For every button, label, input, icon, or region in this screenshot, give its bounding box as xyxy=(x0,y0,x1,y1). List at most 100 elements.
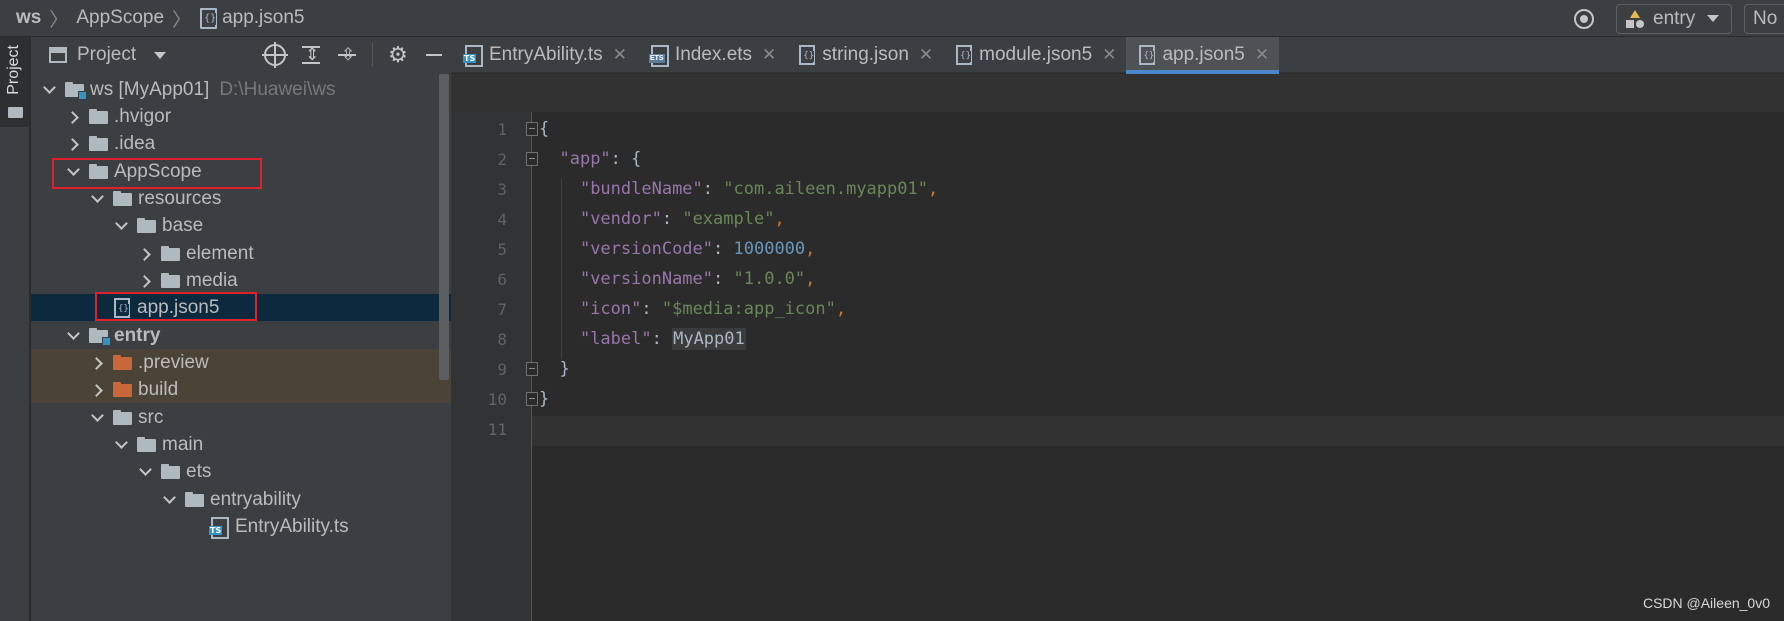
run-config-select[interactable]: entry xyxy=(1616,3,1732,34)
chevron-right-icon[interactable] xyxy=(137,246,153,262)
chevron-down-icon xyxy=(1707,15,1720,22)
hide-icon[interactable] xyxy=(423,44,445,66)
folder-icon xyxy=(161,246,180,261)
tab-string-json[interactable]: {} string.json ✕ xyxy=(786,37,943,73)
excluded-folder-icon xyxy=(113,382,132,397)
code-line-10: } xyxy=(539,389,550,409)
chevron-right-icon[interactable] xyxy=(89,355,105,371)
tree-item-element[interactable]: element xyxy=(31,240,451,267)
tree-item-label: build xyxy=(138,378,179,400)
project-panel: Project ⚙ ws [MyApp01] D:\Huawei\ws .hvi… xyxy=(31,37,451,621)
folder-icon xyxy=(161,464,180,479)
tree-item-label: entry xyxy=(114,324,161,346)
tree-item-entryability-ts[interactable]: TS EntryAbility.ts xyxy=(31,513,451,540)
tree-item-main[interactable]: main xyxy=(31,431,451,458)
close-icon[interactable]: ✕ xyxy=(919,45,933,65)
tree-item-preview[interactable]: .preview xyxy=(31,349,451,376)
tree-item-hvigor[interactable]: .hvigor xyxy=(31,103,451,130)
code-line-5: "versionCode": 1000000, xyxy=(579,239,816,259)
tab-entryability-ts[interactable]: TS EntryAbility.ts ✕ xyxy=(451,37,637,73)
chevron-down-icon[interactable] xyxy=(161,492,177,508)
highlight-box-appscope xyxy=(52,158,262,189)
folder-icon xyxy=(113,191,132,206)
fold-marker-icon[interactable] xyxy=(526,392,538,406)
tree-item-label: .hvigor xyxy=(114,105,172,127)
chevron-down-icon[interactable] xyxy=(113,218,129,234)
tree-item-resources[interactable]: resources xyxy=(31,185,451,212)
breadcrumb-file[interactable]: {} app.json5 xyxy=(199,7,304,29)
gear-icon[interactable]: ⚙ xyxy=(387,44,409,66)
chevron-right-icon[interactable] xyxy=(65,136,81,152)
chevron-down-icon[interactable] xyxy=(137,464,153,480)
locate-icon[interactable] xyxy=(1574,8,1594,29)
folder-icon xyxy=(137,437,156,452)
code-line-9: } xyxy=(559,359,570,379)
fold-marker-icon[interactable] xyxy=(526,152,538,166)
tree-item-ws[interactable]: ws [MyApp01] D:\Huawei\ws xyxy=(31,76,451,103)
tree-item-ets[interactable]: ets xyxy=(31,458,451,485)
tree-item-label: base xyxy=(162,214,204,236)
line-number: 2 xyxy=(497,150,507,169)
project-panel-title[interactable]: Project xyxy=(77,44,136,66)
tab-index-ets[interactable]: ETS Index.ets ✕ xyxy=(637,37,786,73)
tree-item-entry[interactable]: entry xyxy=(31,322,451,349)
tab-label: app.json5 xyxy=(1162,44,1245,65)
fold-marker-icon[interactable] xyxy=(526,362,538,376)
expand-all-icon[interactable] xyxy=(300,44,322,66)
navigation-bar: ws 〉 AppScope 〉 {} app.json5 entry No xyxy=(0,0,1784,37)
tab-module-json5[interactable]: {} module.json5 ✕ xyxy=(943,37,1126,73)
tree-item-label: .preview xyxy=(138,351,209,373)
collapse-all-icon[interactable] xyxy=(336,44,358,66)
breadcrumb-folder[interactable]: AppScope xyxy=(76,7,164,29)
tree-item-entryability[interactable]: entryability xyxy=(31,486,451,513)
folder-icon xyxy=(161,273,180,288)
tree-item-label: src xyxy=(138,406,164,428)
line-number: 11 xyxy=(487,420,507,439)
chevron-down-icon[interactable] xyxy=(154,51,167,59)
project-tool-tab-label: Project xyxy=(5,45,22,95)
run-config-label: entry xyxy=(1653,7,1696,29)
project-tree-scrollbar[interactable] xyxy=(439,74,449,380)
code-line-4: "vendor": "example", xyxy=(579,209,785,229)
line-number: 10 xyxy=(487,390,507,409)
ts-file-icon: TS xyxy=(209,516,229,539)
project-tool-tab[interactable]: Project xyxy=(0,37,30,127)
code-editor[interactable]: 1 2 3 4 5 6 7 8 9 10 11 { "app": { "bund… xyxy=(451,74,1784,621)
chevron-down-icon[interactable] xyxy=(41,82,57,98)
tree-item-media[interactable]: media xyxy=(31,267,451,294)
chevron-down-icon[interactable] xyxy=(89,410,105,426)
chevron-down-icon[interactable] xyxy=(89,191,105,207)
close-icon[interactable]: ✕ xyxy=(762,45,776,65)
close-icon[interactable]: ✕ xyxy=(613,45,627,65)
tree-item-build[interactable]: build xyxy=(31,376,451,403)
chevron-right-icon[interactable] xyxy=(137,273,153,289)
tool-window-strip: Project xyxy=(0,37,30,621)
close-icon[interactable]: ✕ xyxy=(1102,45,1116,65)
device-select[interactable]: No xyxy=(1744,3,1784,34)
chevron-right-icon[interactable] xyxy=(89,382,105,398)
tree-item-label: media xyxy=(186,269,238,291)
breadcrumb-root[interactable]: ws xyxy=(16,7,41,29)
line-number: 8 xyxy=(497,330,507,349)
chevron-down-icon[interactable] xyxy=(113,437,129,453)
tree-item-base[interactable]: base xyxy=(31,212,451,239)
tab-app-json5[interactable]: {} app.json5 ✕ xyxy=(1126,37,1280,74)
folder-icon xyxy=(8,107,23,118)
module-folder-icon xyxy=(65,82,87,100)
excluded-folder-icon xyxy=(113,355,132,370)
divider xyxy=(372,43,373,67)
folder-icon xyxy=(137,218,156,233)
tree-item-idea[interactable]: .idea xyxy=(31,130,451,157)
chevron-down-icon[interactable] xyxy=(65,328,81,344)
close-icon[interactable]: ✕ xyxy=(1255,45,1269,65)
json-file-icon: {} xyxy=(1138,45,1156,65)
fold-marker-icon[interactable] xyxy=(526,122,538,136)
json-file-icon: {} xyxy=(955,45,973,65)
tree-item-src[interactable]: src xyxy=(31,404,451,431)
chevron-right-icon[interactable] xyxy=(65,109,81,125)
tree-item-label: ets xyxy=(186,460,212,482)
select-opened-file-icon[interactable] xyxy=(262,42,288,68)
module-icon xyxy=(1625,9,1645,29)
breadcrumb-separator: 〉 xyxy=(49,9,69,31)
line-number: 7 xyxy=(497,300,507,319)
